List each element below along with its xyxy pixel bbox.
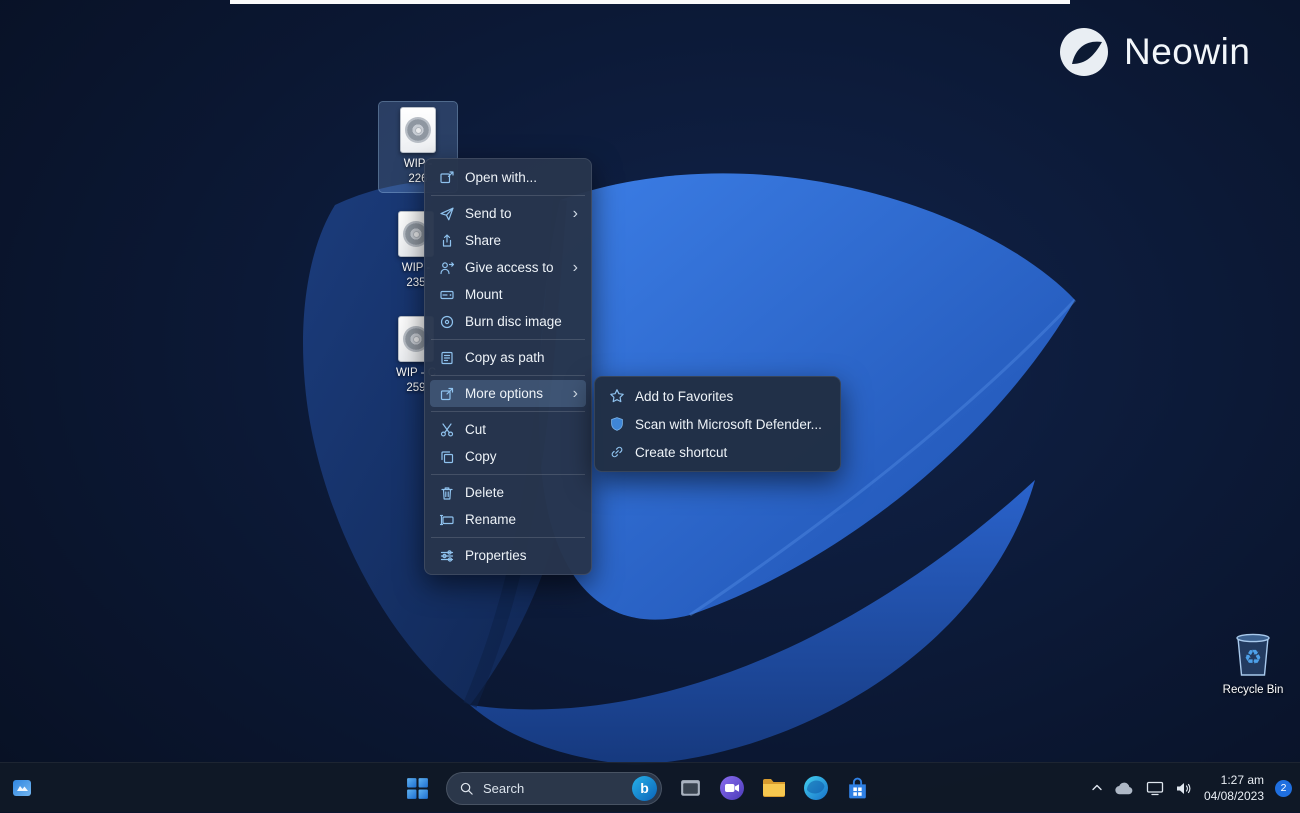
menu-item-cut[interactable]: Cut (430, 416, 586, 443)
tray-chevron-up-icon[interactable] (1091, 782, 1103, 794)
recycle-bin-graphic: ♻ (1231, 627, 1275, 679)
chevron-right-icon: › (573, 206, 578, 222)
context-menu: Open with... Send to › Share Give access… (424, 158, 592, 575)
menu-item-label: Properties (465, 548, 527, 563)
menu-item-label: Open with... (465, 170, 537, 185)
submenu-item-scan-with-defender[interactable]: Scan with Microsoft Defender... (600, 410, 835, 438)
corner-widget-icon (12, 778, 32, 798)
onedrive-cloud-icon[interactable] (1114, 781, 1135, 796)
top-window-edge (230, 0, 1070, 4)
bing-icon: b (632, 776, 657, 801)
more-options-icon (438, 385, 455, 402)
start-button[interactable] (405, 776, 430, 801)
chevron-right-icon: › (573, 260, 578, 276)
menu-item-rename[interactable]: Rename (430, 506, 586, 533)
menu-item-send-to[interactable]: Send to › (430, 200, 586, 227)
menu-item-label: Add to Favorites (635, 389, 733, 404)
window-app-icon[interactable] (678, 776, 703, 801)
cut-icon (438, 421, 455, 438)
neowin-logo-icon (1058, 26, 1110, 78)
menu-item-label: Rename (465, 512, 516, 527)
menu-item-copy-as-path[interactable]: Copy as path (430, 344, 586, 371)
menu-item-label: Send to (465, 206, 512, 221)
delete-trash-icon (438, 484, 455, 501)
menu-separator (431, 474, 585, 475)
rename-icon (438, 511, 455, 528)
menu-item-label: More options (465, 386, 543, 401)
menu-separator (431, 537, 585, 538)
menu-item-copy[interactable]: Copy (430, 443, 586, 470)
menu-item-label: Mount (465, 287, 503, 302)
menu-item-open-with[interactable]: Open with... (430, 164, 586, 191)
menu-item-label: Delete (465, 485, 504, 500)
neowin-logo: Neowin (1058, 26, 1250, 78)
more-options-submenu: Add to Favorites Scan with Microsoft Def… (594, 376, 841, 472)
clock-time: 1:27 am (1204, 772, 1264, 788)
windows-start-icon (405, 776, 430, 801)
star-icon (608, 388, 625, 405)
search-icon (459, 781, 474, 796)
menu-separator (431, 195, 585, 196)
menu-item-give-access-to[interactable]: Give access to › (430, 254, 586, 281)
recycle-symbol: ♻ (1244, 647, 1262, 669)
disc-graphic (405, 117, 431, 143)
menu-separator (431, 339, 585, 340)
mount-drive-icon (438, 286, 455, 303)
taskbar-clock[interactable]: 1:27 am 04/08/2023 (1204, 772, 1264, 804)
menu-item-label: Cut (465, 422, 486, 437)
send-to-icon (438, 205, 455, 222)
submenu-item-add-to-favorites[interactable]: Add to Favorites (600, 382, 835, 410)
open-with-icon (438, 169, 455, 186)
chat-icon[interactable] (719, 775, 745, 801)
taskbar-corner-icon[interactable] (12, 778, 32, 798)
properties-icon (438, 547, 455, 564)
chevron-right-icon: › (573, 386, 578, 402)
clock-date: 04/08/2023 (1204, 788, 1264, 804)
defender-shield-icon (608, 416, 625, 433)
recycle-bin-icon[interactable]: ♻ Recycle Bin (1214, 622, 1292, 703)
menu-separator (431, 411, 585, 412)
menu-item-delete[interactable]: Delete (430, 479, 586, 506)
edge-icon[interactable] (803, 775, 829, 801)
menu-item-burn-disc-image[interactable]: Burn disc image (430, 308, 586, 335)
menu-item-mount[interactable]: Mount (430, 281, 586, 308)
search-placeholder: Search (483, 781, 623, 796)
menu-item-label: Share (465, 233, 501, 248)
notification-badge[interactable]: 2 (1275, 780, 1292, 797)
shortcut-link-icon (608, 444, 625, 461)
taskbar-search[interactable]: Search b (446, 772, 662, 805)
file-explorer-icon[interactable] (761, 775, 787, 801)
network-icon[interactable] (1146, 781, 1164, 796)
taskbar: Search b (0, 762, 1300, 812)
menu-item-label: Give access to (465, 260, 554, 275)
volume-icon[interactable] (1175, 781, 1193, 796)
burn-disc-icon (438, 313, 455, 330)
menu-item-label: Copy (465, 449, 497, 464)
menu-item-more-options[interactable]: More options › (430, 380, 586, 407)
menu-separator (431, 375, 585, 376)
share-icon (438, 232, 455, 249)
give-access-icon (438, 259, 455, 276)
neowin-logo-text: Neowin (1124, 31, 1250, 73)
menu-item-share[interactable]: Share (430, 227, 586, 254)
menu-item-label: Scan with Microsoft Defender... (635, 417, 822, 432)
copy-as-path-icon (438, 349, 455, 366)
menu-item-properties[interactable]: Properties (430, 542, 586, 569)
submenu-item-create-shortcut[interactable]: Create shortcut (600, 438, 835, 466)
recycle-bin-label: Recycle Bin (1223, 683, 1284, 698)
menu-item-label: Burn disc image (465, 314, 562, 329)
microsoft-store-icon[interactable] (845, 776, 870, 801)
disc-image-file-icon (400, 107, 436, 153)
menu-item-label: Copy as path (465, 350, 545, 365)
copy-icon (438, 448, 455, 465)
menu-item-label: Create shortcut (635, 445, 727, 460)
